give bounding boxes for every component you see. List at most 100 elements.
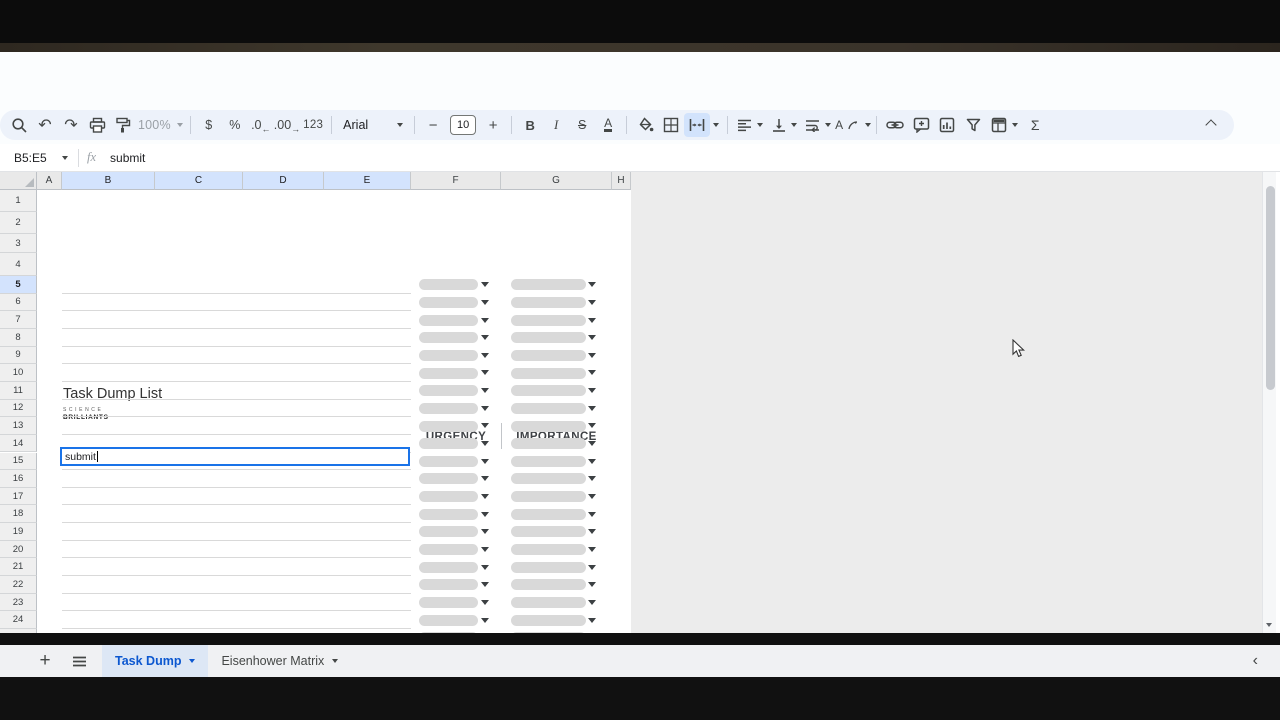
- importance-dropdown-chip-row10[interactable]: [511, 368, 586, 379]
- urgency-dropdown-arrow-row7[interactable]: [481, 318, 489, 323]
- importance-dropdown-arrow-row7[interactable]: [588, 318, 596, 323]
- importance-dropdown-chip-row22[interactable]: [511, 579, 586, 590]
- importance-dropdown-arrow-row6[interactable]: [588, 300, 596, 305]
- urgency-dropdown-chip-row20[interactable]: [419, 544, 478, 555]
- row-header-13[interactable]: 13: [0, 417, 37, 435]
- collapse-tabbar-button[interactable]: ‹: [1253, 645, 1258, 677]
- row-header-2[interactable]: 2: [0, 212, 37, 234]
- urgency-dropdown-chip-row16[interactable]: [419, 473, 478, 484]
- row-header-22[interactable]: 22: [0, 576, 37, 594]
- column-header-H[interactable]: H: [612, 172, 631, 190]
- functions-button[interactable]: Σ: [1022, 113, 1048, 137]
- importance-dropdown-chip-row24[interactable]: [511, 615, 586, 626]
- urgency-dropdown-chip-row22[interactable]: [419, 579, 478, 590]
- importance-dropdown-arrow-row16[interactable]: [588, 476, 596, 481]
- importance-dropdown-arrow-row13[interactable]: [588, 423, 596, 428]
- importance-dropdown-arrow-row11[interactable]: [588, 388, 596, 393]
- row-header-24[interactable]: 24: [0, 611, 37, 629]
- text-color-button[interactable]: A: [595, 113, 621, 137]
- urgency-dropdown-chip-row11[interactable]: [419, 385, 478, 396]
- importance-dropdown-chip-row13[interactable]: [511, 421, 586, 432]
- importance-dropdown-arrow-row21[interactable]: [588, 565, 596, 570]
- importance-dropdown-arrow-row9[interactable]: [588, 353, 596, 358]
- row-header-21[interactable]: 21: [0, 558, 37, 576]
- print-button[interactable]: [84, 113, 110, 137]
- urgency-dropdown-chip-row15[interactable]: [419, 456, 478, 467]
- row-header-20[interactable]: 20: [0, 541, 37, 559]
- borders-button[interactable]: [658, 113, 684, 137]
- column-header-C[interactable]: C: [155, 172, 243, 190]
- column-header-G[interactable]: G: [501, 172, 612, 190]
- urgency-dropdown-chip-row12[interactable]: [419, 403, 478, 414]
- paint-format-button[interactable]: [110, 113, 136, 137]
- merge-cells-button[interactable]: [684, 113, 710, 137]
- row-header-12[interactable]: 12: [0, 400, 37, 418]
- importance-dropdown-chip-row5[interactable]: [511, 279, 586, 290]
- urgency-dropdown-chip-row13[interactable]: [419, 421, 478, 432]
- urgency-dropdown-arrow-row15[interactable]: [481, 459, 489, 464]
- urgency-dropdown-arrow-row21[interactable]: [481, 565, 489, 570]
- importance-dropdown-arrow-row12[interactable]: [588, 406, 596, 411]
- row-header-3[interactable]: 3: [0, 234, 37, 253]
- search-icon[interactable]: [6, 113, 32, 137]
- column-header-A[interactable]: A: [37, 172, 62, 190]
- row-header-5[interactable]: 5: [0, 276, 37, 294]
- importance-dropdown-chip-row18[interactable]: [511, 509, 586, 520]
- urgency-dropdown-arrow-row12[interactable]: [481, 406, 489, 411]
- urgency-dropdown-arrow-row10[interactable]: [481, 370, 489, 375]
- importance-dropdown-chip-row21[interactable]: [511, 562, 586, 573]
- text-rotation-button[interactable]: A: [835, 113, 871, 137]
- urgency-dropdown-chip-row21[interactable]: [419, 562, 478, 573]
- importance-dropdown-chip-row20[interactable]: [511, 544, 586, 555]
- importance-dropdown-chip-row7[interactable]: [511, 315, 586, 326]
- urgency-dropdown-arrow-row6[interactable]: [481, 300, 489, 305]
- importance-dropdown-arrow-row15[interactable]: [588, 459, 596, 464]
- importance-dropdown-arrow-row10[interactable]: [588, 370, 596, 375]
- name-box-caret[interactable]: [62, 156, 68, 160]
- importance-dropdown-chip-row6[interactable]: [511, 297, 586, 308]
- row-header-4[interactable]: 4: [0, 253, 37, 276]
- decrease-font-size-button[interactable]: −: [420, 113, 446, 137]
- redo-button[interactable]: ↷: [58, 113, 84, 137]
- insert-chart-button[interactable]: [934, 113, 960, 137]
- horizontal-align-button[interactable]: [733, 113, 767, 137]
- urgency-dropdown-chip-row18[interactable]: [419, 509, 478, 520]
- row-header-9[interactable]: 9: [0, 347, 37, 365]
- formula-input[interactable]: submit: [110, 151, 145, 165]
- merge-cells-caret[interactable]: [710, 113, 722, 137]
- urgency-dropdown-chip-row24[interactable]: [419, 615, 478, 626]
- increase-decimal-button[interactable]: .00→: [274, 113, 300, 137]
- urgency-dropdown-chip-row5[interactable]: [419, 279, 478, 290]
- tab-task-dump[interactable]: Task Dump: [102, 645, 208, 677]
- row-header-10[interactable]: 10: [0, 364, 37, 382]
- importance-dropdown-chip-row17[interactable]: [511, 491, 586, 502]
- urgency-dropdown-arrow-row11[interactable]: [481, 388, 489, 393]
- urgency-dropdown-arrow-row23[interactable]: [481, 600, 489, 605]
- row-header-6[interactable]: 6: [0, 294, 37, 312]
- importance-dropdown-chip-row9[interactable]: [511, 350, 586, 361]
- select-all-corner[interactable]: [0, 172, 37, 190]
- column-header-D[interactable]: D: [243, 172, 324, 190]
- importance-dropdown-arrow-row18[interactable]: [588, 512, 596, 517]
- table-views-button[interactable]: [986, 113, 1022, 137]
- urgency-dropdown-chip-row6[interactable]: [419, 297, 478, 308]
- urgency-dropdown-chip-row9[interactable]: [419, 350, 478, 361]
- urgency-dropdown-chip-row8[interactable]: [419, 332, 478, 343]
- zoom-select[interactable]: 100%: [138, 113, 183, 137]
- row-header-14[interactable]: 14: [0, 435, 37, 453]
- vertical-scrollbar-thumb[interactable]: [1266, 186, 1275, 390]
- text-wrap-button[interactable]: [801, 113, 835, 137]
- urgency-dropdown-arrow-row24[interactable]: [481, 618, 489, 623]
- tab-task-dump-caret[interactable]: [189, 659, 195, 663]
- vertical-scrollbar[interactable]: [1262, 172, 1276, 633]
- importance-dropdown-arrow-row14[interactable]: [588, 441, 596, 446]
- column-header-E[interactable]: E: [324, 172, 411, 190]
- bold-button[interactable]: B: [517, 113, 543, 137]
- row-header-17[interactable]: 17: [0, 488, 37, 506]
- urgency-dropdown-arrow-row22[interactable]: [481, 582, 489, 587]
- active-cell-editor[interactable]: submit: [60, 447, 410, 466]
- urgency-dropdown-arrow-row19[interactable]: [481, 529, 489, 534]
- insert-comment-button[interactable]: [908, 113, 934, 137]
- column-header-B[interactable]: B: [62, 172, 155, 190]
- row-header-18[interactable]: 18: [0, 505, 37, 523]
